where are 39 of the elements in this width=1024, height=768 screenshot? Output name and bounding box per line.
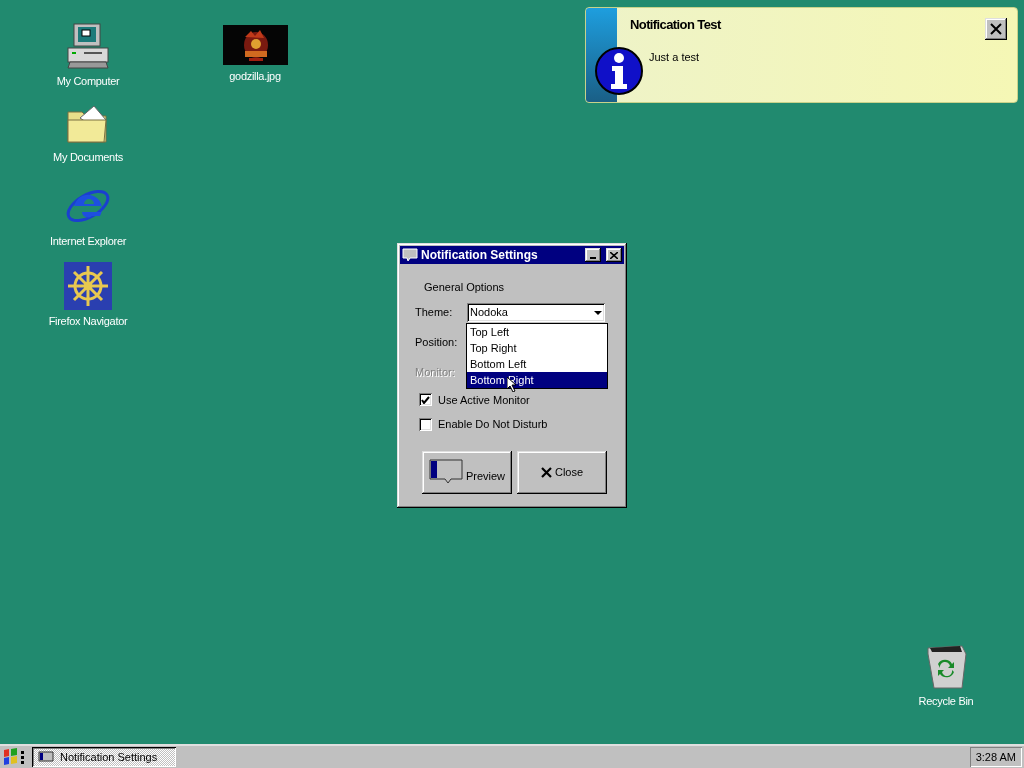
icon-label[interactable]: godzilla.jpg: [229, 68, 281, 85]
close-icon: [990, 23, 1002, 35]
close-button[interactable]: [606, 248, 622, 262]
preview-button[interactable]: Preview: [422, 450, 512, 494]
field-label: Position:: [415, 335, 459, 351]
dropdown-arrow-icon: [594, 310, 602, 315]
clock: 3:28 AM: [969, 747, 1022, 767]
icon-label[interactable]: My Computer: [56, 73, 120, 90]
minimize-icon: [590, 257, 596, 259]
dropdown-option[interactable]: Top Right: [467, 339, 607, 356]
window-icon: [402, 248, 418, 262]
ship-wheel-icon[interactable]: [64, 262, 112, 310]
close-icon: [540, 466, 552, 478]
notification-title: Notification Test: [630, 16, 721, 34]
dropdown-option[interactable]: Bottom Left: [467, 355, 607, 372]
icon-label[interactable]: My Documents: [53, 149, 123, 166]
info-icon: [594, 46, 644, 96]
close-icon: [610, 251, 618, 259]
notification-message: Just a test: [648, 49, 701, 65]
computer-icon[interactable]: [64, 22, 112, 70]
dropdown-option[interactable]: Top Left: [467, 323, 607, 340]
taskbar-button[interactable]: Notification Settings: [32, 747, 176, 767]
icon-label[interactable]: Firefox Navigator: [48, 313, 128, 330]
field-label: Monitor:: [415, 365, 456, 381]
window-title: Notification Settings: [421, 247, 539, 264]
checkbox-label[interactable]: Enable Do Not Disturb: [438, 416, 548, 433]
minimize-button[interactable]: [585, 248, 601, 262]
icon-label[interactable]: Recycle Bin: [918, 693, 974, 710]
checkbox-label[interactable]: Use Active Monitor: [438, 391, 530, 408]
checkbox[interactable]: [419, 393, 432, 407]
checkbox[interactable]: [419, 417, 432, 431]
group-label: General Options: [424, 280, 506, 295]
notification-icon: [428, 458, 463, 485]
close-button[interactable]: Close: [517, 450, 607, 494]
window-icon: [38, 751, 54, 763]
close-button[interactable]: [985, 18, 1007, 40]
theme-dropdown[interactable]: Nodoka: [467, 303, 605, 322]
icon-label[interactable]: Internet Explorer: [49, 233, 127, 250]
field-label: Theme:: [415, 305, 454, 321]
